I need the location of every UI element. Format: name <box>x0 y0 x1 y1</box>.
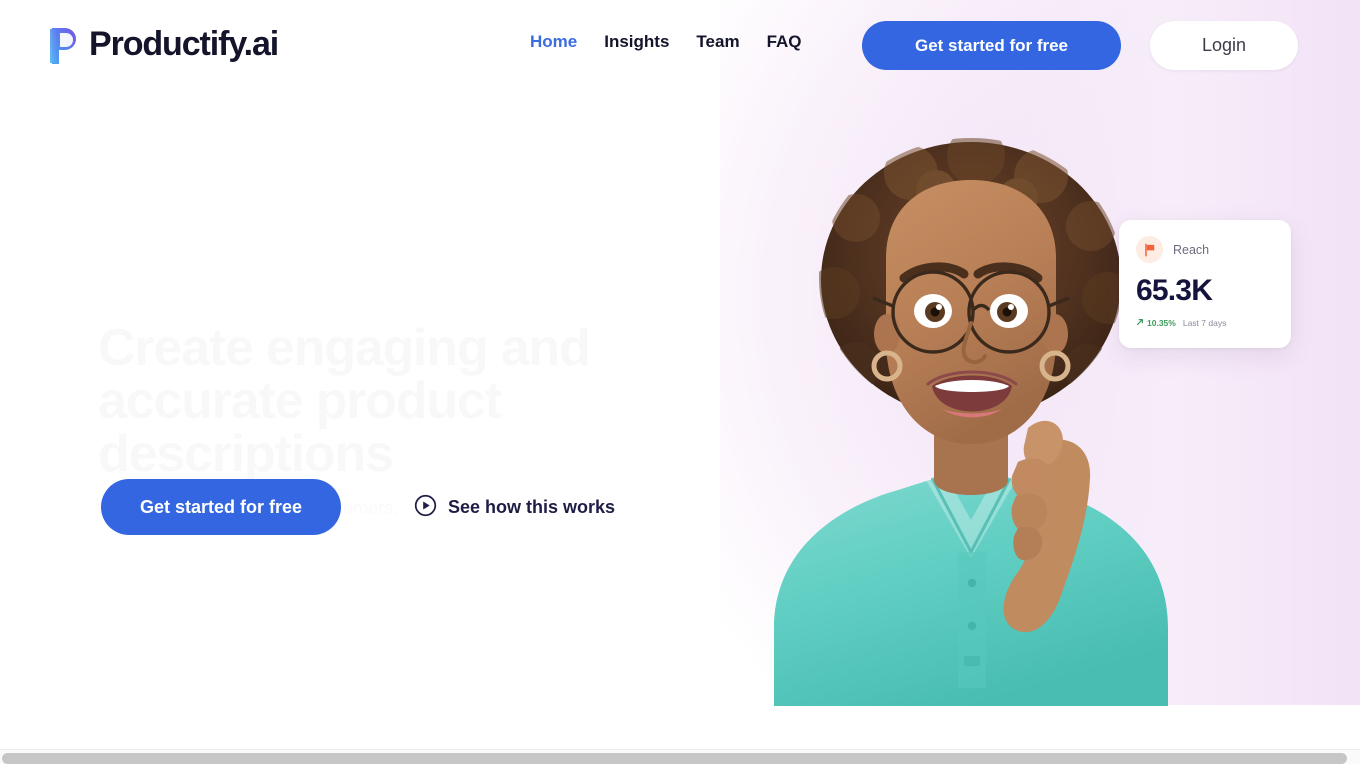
brand-logo[interactable]: Productify.ai <box>48 21 279 67</box>
browser-viewport: Productify.ai Home Insights Team FAQ Get… <box>0 0 1360 764</box>
login-button[interactable]: Login <box>1150 21 1298 70</box>
play-circle-icon <box>414 494 437 520</box>
main-nav: Home Insights Team FAQ <box>530 32 802 52</box>
hero-portrait-image <box>736 128 1206 706</box>
see-how-this-works-label: See how this works <box>448 496 616 517</box>
see-how-this-works-link[interactable]: See how this works <box>414 494 615 520</box>
site-header: Productify.ai Home Insights Team FAQ Get… <box>0 0 1360 90</box>
stat-card-value: 65.3K <box>1136 274 1213 307</box>
horizontal-scrollbar-track[interactable] <box>0 749 1360 764</box>
header-get-started-button[interactable]: Get started for free <box>862 21 1121 70</box>
brand-name: Productify.ai <box>89 25 279 63</box>
hero-get-started-button[interactable]: Get started for free <box>101 479 341 535</box>
landing-page: Productify.ai Home Insights Team FAQ Get… <box>0 0 1360 749</box>
nav-item-insights[interactable]: Insights <box>604 32 669 52</box>
hero-title: Create engaging and accurate product des… <box>98 322 718 481</box>
stat-card-delta: 10.35% <box>1136 318 1176 328</box>
flag-icon <box>1136 236 1163 263</box>
stat-card-footer: 10.35% Last 7 days <box>1136 318 1274 328</box>
stat-card-header: Reach <box>1136 236 1274 263</box>
stat-card-label: Reach <box>1173 242 1210 257</box>
reach-stat-card: Reach 65.3K 10.35% Last 7 days <box>1119 220 1291 348</box>
stat-card-period: Last 7 days <box>1182 318 1227 328</box>
nav-item-home[interactable]: Home <box>530 32 577 52</box>
horizontal-scrollbar-thumb[interactable] <box>2 753 1347 764</box>
stat-card-delta-value: 10.35% <box>1147 318 1176 328</box>
nav-item-team[interactable]: Team <box>696 32 739 52</box>
productify-p-logo-icon <box>48 24 82 64</box>
nav-item-faq[interactable]: FAQ <box>767 32 802 52</box>
hero-actions: Get started for free See how this works <box>101 479 615 535</box>
arrow-up-right-icon <box>1136 318 1144 328</box>
